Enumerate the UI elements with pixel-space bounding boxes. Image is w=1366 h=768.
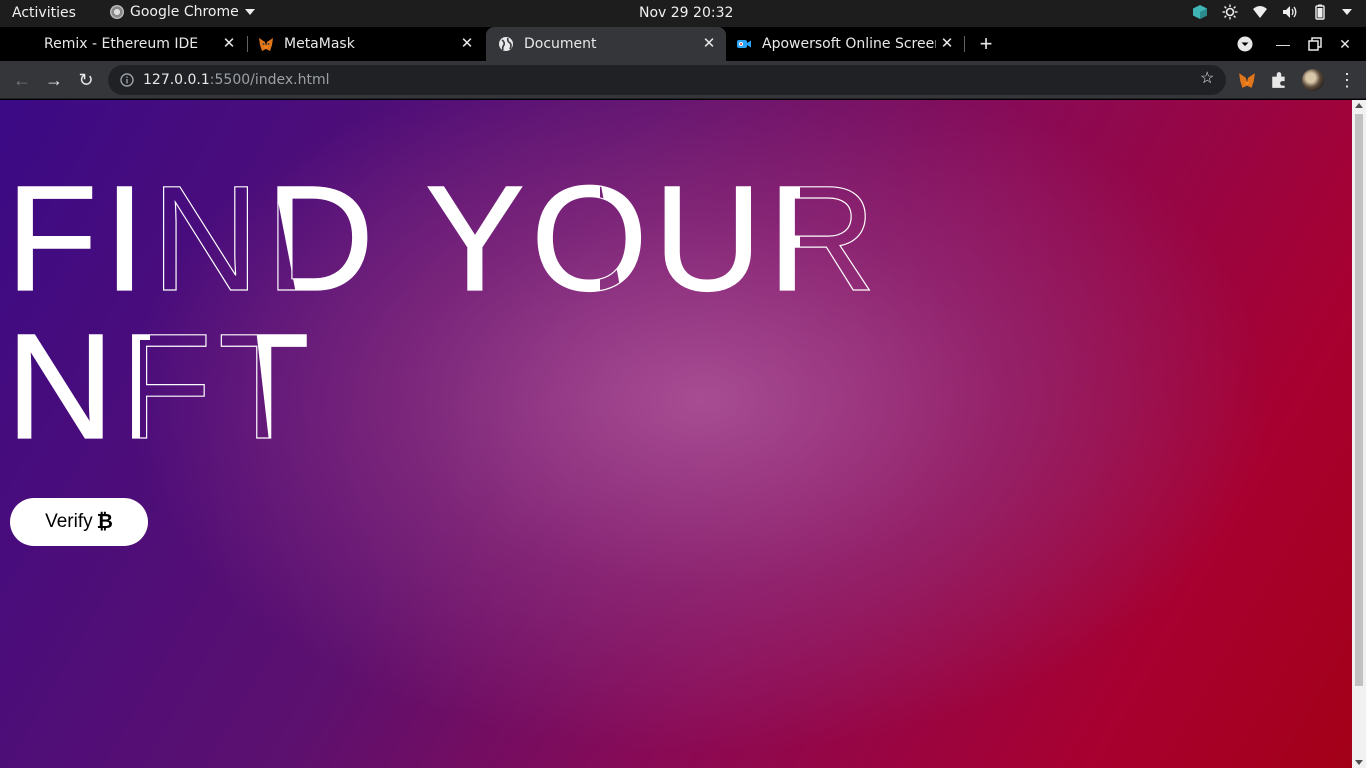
cube-app-icon[interactable] xyxy=(1192,4,1208,20)
tab-remix[interactable]: Remix - Ethereum IDE ✕ xyxy=(0,27,246,61)
forward-button[interactable]: → xyxy=(44,70,64,90)
bookmark-star-icon[interactable]: ☆ xyxy=(1200,71,1216,87)
page-scrollbar[interactable] xyxy=(1352,100,1366,768)
scroll-up-arrow-icon[interactable] xyxy=(1355,103,1363,108)
close-icon[interactable]: ✕ xyxy=(702,36,716,51)
system-tray[interactable] xyxy=(1192,4,1352,20)
tab-search-icon[interactable] xyxy=(1236,35,1254,53)
wifi-icon[interactable] xyxy=(1252,4,1268,20)
tab-title: Document xyxy=(524,36,597,52)
clock[interactable]: Nov 29 20:32 xyxy=(639,5,733,21)
profile-avatar[interactable] xyxy=(1302,69,1324,91)
chrome-menu-icon[interactable]: ⋮ xyxy=(1338,70,1356,90)
reload-button[interactable]: ↻ xyxy=(76,70,96,90)
extensions-puzzle-icon[interactable] xyxy=(1270,71,1288,89)
site-info-icon[interactable] xyxy=(120,73,134,87)
tab-strip: Remix - Ethereum IDE ✕ MetaMask ✕ Docume… xyxy=(0,27,1366,61)
tab-separator xyxy=(964,36,965,52)
close-window-button[interactable]: ✕ xyxy=(1336,35,1354,53)
scroll-down-arrow-icon[interactable] xyxy=(1355,760,1363,765)
tab-title: Apowersoft Online Screen xyxy=(762,36,936,52)
page-viewport: FIND YOUR FIND YOUR NFT NFT Verify ₿ xyxy=(0,100,1352,768)
tab-apowersoft[interactable]: Apowersoft Online Screen ✕ xyxy=(726,27,964,61)
chrome-icon xyxy=(110,5,124,19)
close-icon[interactable]: ✕ xyxy=(222,36,236,51)
app-menu-label: Google Chrome xyxy=(130,4,239,20)
app-menu[interactable]: Google Chrome xyxy=(110,4,255,20)
tab-title: Remix - Ethereum IDE xyxy=(44,36,199,52)
globe-icon xyxy=(499,37,513,51)
verify-button[interactable]: Verify ₿ xyxy=(10,498,148,546)
close-icon[interactable]: ✕ xyxy=(940,36,954,51)
browser-toolbar: ← → ↻ 127.0.0.1:5500/index.html ☆ ⋮ xyxy=(0,61,1366,99)
back-button[interactable]: ← xyxy=(12,70,32,90)
metamask-extension-icon[interactable] xyxy=(1238,71,1256,89)
tab-document[interactable]: Document ✕ xyxy=(486,27,726,61)
url-host: 127.0.0.1 xyxy=(143,72,210,88)
tab-metamask[interactable]: MetaMask ✕ xyxy=(248,27,484,61)
scroll-thumb[interactable] xyxy=(1355,114,1363,686)
verify-label: Verify xyxy=(45,511,93,532)
close-icon[interactable]: ✕ xyxy=(460,36,474,51)
new-tab-button[interactable]: + xyxy=(977,33,995,55)
caret-down-icon xyxy=(244,9,255,15)
system-menu-caret-icon[interactable] xyxy=(1342,9,1352,15)
bitcoin-icon: ₿ xyxy=(96,510,113,533)
url-path: :5500/index.html xyxy=(209,72,330,88)
headline-svg: FIND YOUR FIND YOUR NFT NFT xyxy=(5,153,882,470)
restore-button[interactable] xyxy=(1306,35,1324,53)
hero-headline: FIND YOUR FIND YOUR NFT NFT xyxy=(0,100,1352,480)
apowersoft-camera-icon xyxy=(737,40,751,48)
url-text[interactable]: 127.0.0.1:5500/index.html xyxy=(143,72,330,88)
system-top-bar: Activities Google Chrome Nov 29 20:32 xyxy=(0,0,1366,27)
night-light-icon[interactable] xyxy=(1222,4,1238,20)
metamask-fox-icon xyxy=(259,38,273,51)
tab-title: MetaMask xyxy=(284,36,355,52)
address-bar[interactable]: 127.0.0.1:5500/index.html ☆ xyxy=(108,65,1226,95)
battery-icon[interactable] xyxy=(1312,4,1328,20)
volume-icon[interactable] xyxy=(1282,4,1298,20)
activities-button[interactable]: Activities xyxy=(12,5,76,21)
headline-line1-solid: FIND YOUR xyxy=(6,154,882,322)
minimize-button[interactable]: — xyxy=(1274,35,1292,53)
